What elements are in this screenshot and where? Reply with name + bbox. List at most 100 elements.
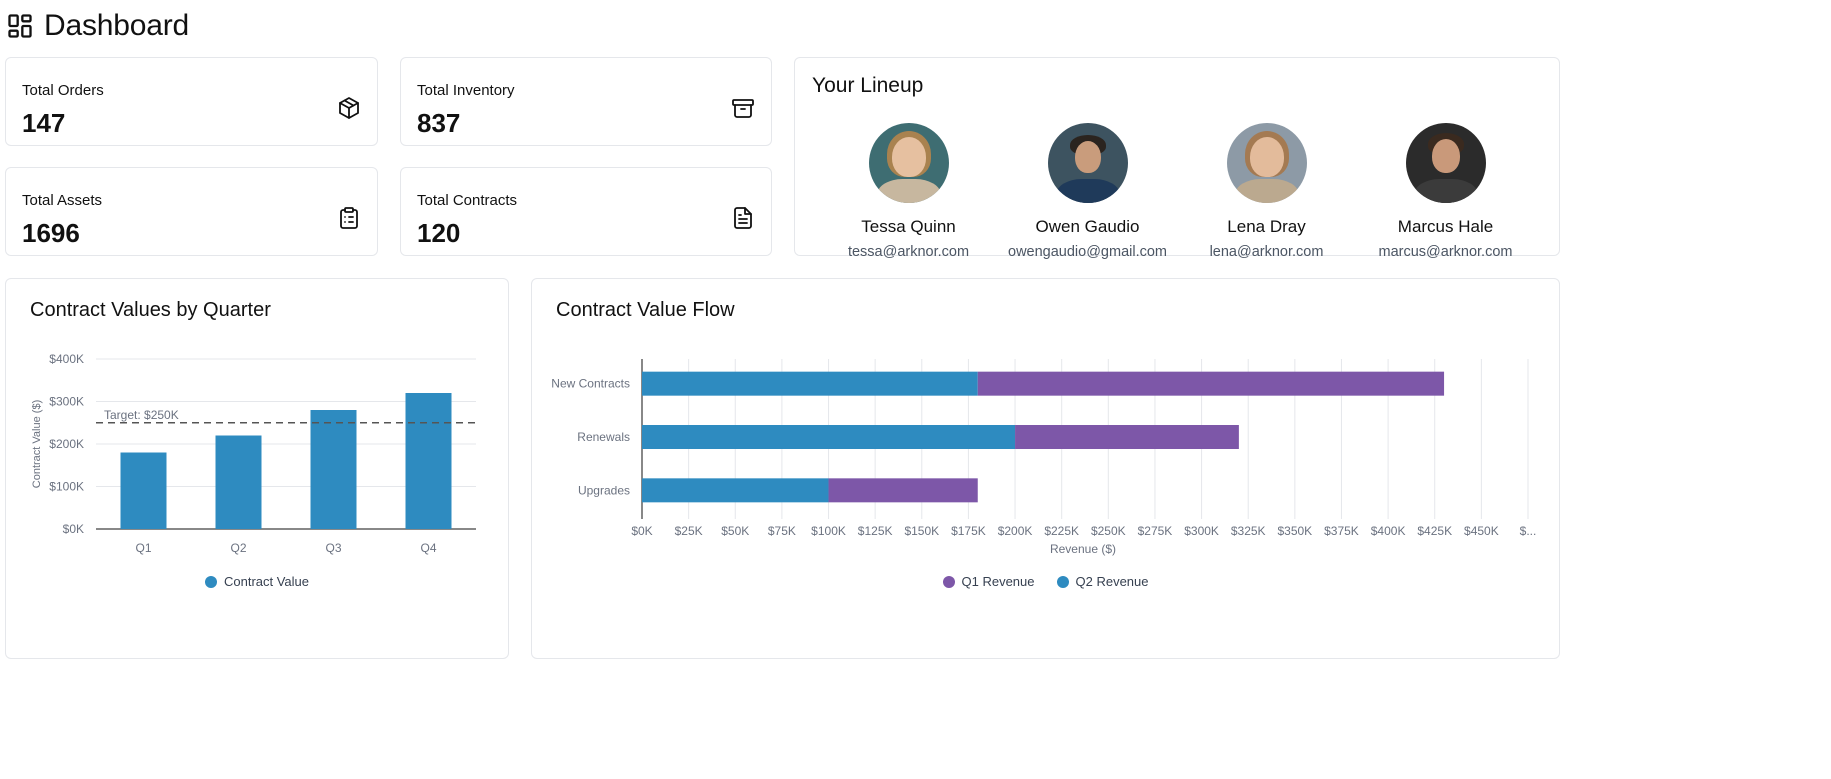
- x-tick-label: $250K: [1091, 524, 1126, 538]
- x-tick-label: $25K: [675, 524, 703, 538]
- bar-segment: [828, 478, 978, 503]
- person-name: Marcus Hale: [1397, 217, 1494, 236]
- bar-segment: [642, 371, 978, 396]
- lineup-title: Your Lineup: [812, 74, 924, 97]
- chart-title: Contract Value Flow: [556, 299, 735, 321]
- x-tick-label: Q2: [230, 541, 246, 555]
- x-tick-label: $...: [1520, 524, 1537, 538]
- lineup-card: Your Lineup Tessa Quinn tessa@arknor.com…: [794, 57, 1560, 260]
- avatar: [1405, 123, 1486, 203]
- x-tick-label: Q3: [325, 541, 341, 555]
- lineup-person[interactable]: Tessa Quinn tessa@arknor.com: [819, 123, 998, 260]
- x-tick-label: $375K: [1324, 524, 1359, 538]
- person-name: Tessa Quinn: [861, 217, 956, 236]
- bar-segment: [977, 371, 1445, 396]
- clipboard-icon: [340, 207, 358, 229]
- avatar: [868, 123, 949, 203]
- avatar: [1226, 123, 1307, 203]
- legend-item[interactable]: Q2 Revenue: [1056, 574, 1149, 589]
- x-tick-label: $75K: [768, 524, 796, 538]
- y-axis-label: Contract Value ($): [31, 400, 43, 488]
- person-email: lena@arknor.com: [1209, 244, 1324, 260]
- lineup-person[interactable]: Lena Dray lena@arknor.com: [1177, 123, 1356, 260]
- avatar: [1047, 123, 1128, 203]
- x-tick-label: $425K: [1417, 524, 1452, 538]
- chart-title: Contract Values by Quarter: [30, 299, 271, 321]
- page-title: Dashboard: [44, 9, 189, 42]
- x-tick-label: $450K: [1464, 524, 1499, 538]
- x-tick-label: $300K: [1184, 524, 1219, 538]
- dashboard-icon: [8, 14, 32, 38]
- stat-label: Total Contracts: [417, 192, 518, 209]
- x-axis-label: Revenue ($): [1050, 542, 1116, 556]
- y-tick-label: New Contracts: [551, 377, 630, 391]
- archive-icon: [732, 99, 754, 118]
- legend-item[interactable]: Q1 Revenue: [942, 574, 1035, 589]
- lineup-person[interactable]: Marcus Hale marcus@arknor.com: [1356, 123, 1535, 260]
- chart-legend: Contract Value: [6, 574, 508, 589]
- y-tick-label: $200K: [49, 437, 84, 451]
- lineup-person[interactable]: Owen Gaudio owengaudio@gmail.com: [998, 123, 1177, 260]
- package-icon: [339, 97, 359, 119]
- person-name: Owen Gaudio: [1035, 217, 1140, 236]
- x-tick-label: $325K: [1231, 524, 1266, 538]
- x-tick-label: $125K: [858, 524, 893, 538]
- bar: [310, 410, 357, 529]
- stat-card-orders: Total Orders 147: [5, 57, 378, 146]
- x-tick-label: $50K: [721, 524, 749, 538]
- page-header: Dashboard: [6, 8, 189, 44]
- bar: [405, 393, 452, 529]
- x-tick-label: Q4: [420, 541, 436, 555]
- x-tick-label: $0K: [631, 524, 652, 538]
- legend-label: Contract Value: [223, 574, 310, 589]
- bar: [120, 452, 167, 529]
- file-text-icon: [734, 207, 752, 229]
- y-tick-label: $300K: [49, 395, 84, 409]
- person-name: Lena Dray: [1227, 217, 1306, 236]
- target-label: Target: $250K: [104, 408, 179, 422]
- flow-chart-card: Contract Value Flow $0K $25K $50K $75K $100K…: [531, 278, 1560, 659]
- bar-segment: [1015, 425, 1239, 449]
- y-tick-label: Renewals: [577, 430, 630, 444]
- y-tick-label: Upgrades: [578, 483, 630, 497]
- x-tick-label: $175K: [951, 524, 986, 538]
- y-tick-label: $0K: [63, 522, 84, 536]
- x-tick-label: $400K: [1371, 524, 1406, 538]
- quarter-chart-card: Contract Values by Quarter $0K $100K $200K…: [5, 278, 509, 659]
- stat-label: Total Orders: [22, 82, 104, 99]
- x-tick-label: $275K: [1138, 524, 1173, 538]
- x-tick-label: $200K: [998, 524, 1033, 538]
- legend-swatch: [1056, 575, 1069, 588]
- y-tick-label: $100K: [49, 480, 84, 494]
- y-tick-label: $400K: [49, 352, 84, 366]
- legend-label: Q2 Revenue: [1075, 574, 1149, 589]
- stat-value: 1696: [22, 218, 80, 248]
- legend-swatch: [204, 575, 217, 588]
- stat-card-inventory: Total Inventory 837: [400, 57, 772, 146]
- person-email: owengaudio@gmail.com: [1008, 244, 1167, 260]
- bar-segment: [642, 478, 829, 503]
- stat-label: Total Assets: [22, 192, 103, 209]
- chart-legend: Q1 Revenue Q2 Revenue: [532, 574, 1559, 589]
- lineup-list: Tessa Quinn tessa@arknor.com Owen Gaudio…: [795, 123, 1559, 260]
- stat-value: 120: [417, 218, 461, 248]
- x-tick-label: $225K: [1044, 524, 1079, 538]
- legend-label: Q1 Revenue: [961, 574, 1035, 589]
- stat-value: 147: [22, 108, 66, 138]
- legend-swatch: [942, 575, 955, 588]
- x-tick-label: $150K: [904, 524, 939, 538]
- x-tick-label: $100K: [811, 524, 846, 538]
- legend-item[interactable]: Contract Value: [204, 574, 310, 589]
- stat-label: Total Inventory: [417, 82, 515, 99]
- x-tick-label: Q1: [135, 541, 151, 555]
- flow-bar-chart: $0K $25K $50K $75K $100K $125K $150K $175K $200K…: [551, 359, 1537, 556]
- stat-value: 837: [417, 108, 461, 138]
- stat-card-assets: Total Assets 1696: [5, 167, 378, 256]
- x-tick-label: $350K: [1277, 524, 1312, 538]
- stat-card-contracts: Total Contracts 120: [400, 167, 772, 256]
- bar: [215, 435, 262, 529]
- quarter-bar-chart: $0K $100K $200K $300K $400K Contract Value ($…: [31, 352, 476, 555]
- bar-segment: [642, 425, 1016, 449]
- person-email: tessa@arknor.com: [847, 244, 970, 260]
- person-email: marcus@arknor.com: [1378, 244, 1513, 260]
